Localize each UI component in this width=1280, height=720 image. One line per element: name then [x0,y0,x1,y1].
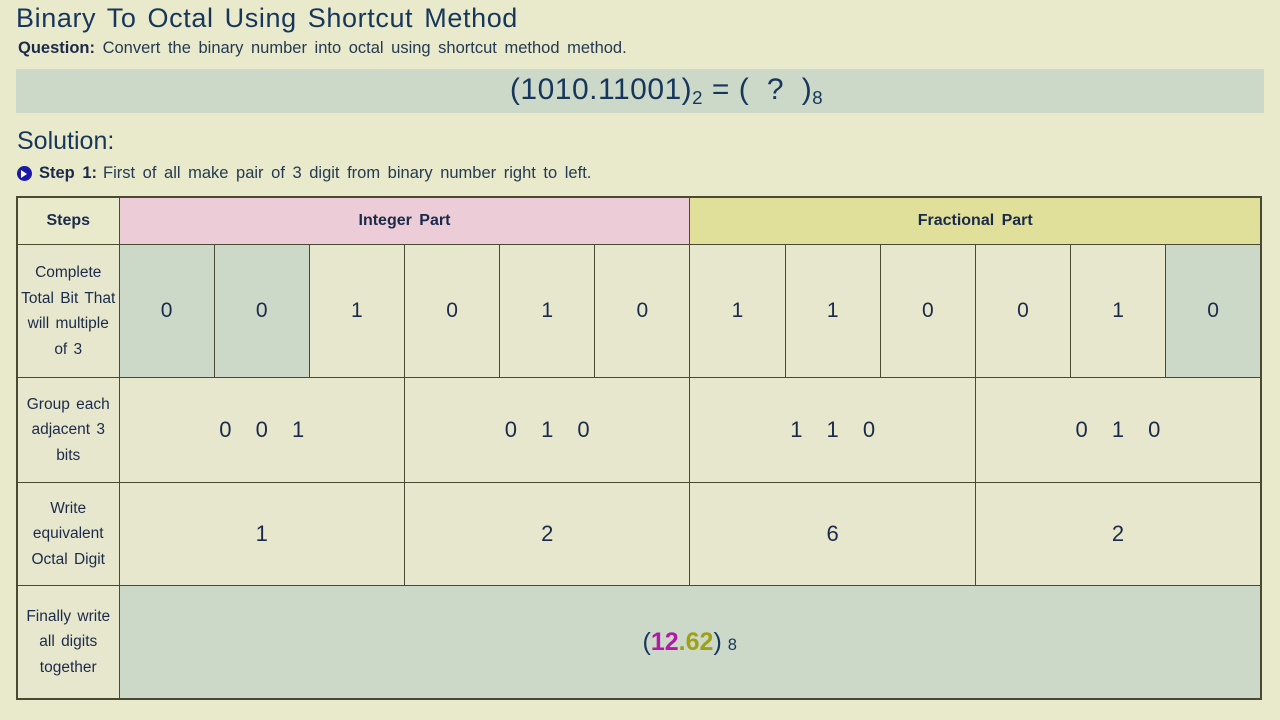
row-label-octal-digit: Write equivalent Octal Digit [16,482,120,586]
arrow-bullet-icon [17,166,32,181]
step-1-text: First of all make pair of 3 digit from b… [103,164,592,182]
conversion-table-wrapper: Steps Integer Part Fractional Part Compl… [16,196,1262,700]
final-fraction-digits: 62 [685,627,714,656]
table-row-octal-digit: Write equivalent Octal Digit 1 2 6 2 [16,482,1262,586]
conversion-table: Steps Integer Part Fractional Part Compl… [16,196,1262,700]
final-answer-cell: (12.62) 8 [118,585,1262,700]
octal-digit-cell: 2 [403,482,691,586]
table-row-complete-bits: Complete Total Bit That will multiple of… [16,244,1262,378]
octal-digit-cell: 1 [118,482,405,586]
final-open-paren: ( [642,627,651,656]
bit-cell: 1 [784,244,881,378]
equation-equals: = [703,72,739,106]
final-radix-point: . [678,627,686,656]
bit-cell: 0 [403,244,501,378]
bit-cell: 0 [974,244,1072,378]
page-title: Binary To Octal Using Shortcut Method [16,3,518,33]
bit-cell: 0 [213,244,310,378]
equation-banner: (1010.11001)2 = ( ? )8 [16,69,1264,113]
bit-cell: 1 [689,244,786,378]
bit-cell: 0 [118,244,215,378]
step-1-line: Step 1: First of all make pair of 3 digi… [0,156,1280,183]
page-root: Binary To Octal Using Shortcut Method Qu… [0,0,1280,720]
equation-lhs-value: (1010.11001) [509,72,693,106]
bit-cell: 1 [499,244,596,378]
header-steps: Steps [16,196,120,245]
equation-rhs-base: 8 [812,87,824,109]
table-row-group-3-bits: Group each adjacent 3 bits 0 0 1 0 1 0 1… [16,377,1262,483]
group-cell: 1 1 0 [689,377,976,483]
bit-cell: 1 [1070,244,1167,378]
bit-cell: 0 [879,244,976,378]
step-1-label: Step 1: [39,164,98,182]
row-label-final-answer: Finally write all digits together [16,585,120,700]
equation-lhs-base: 2 [692,87,704,109]
table-row-final-answer: Finally write all digits together (12.62… [16,585,1262,700]
group-cell: 0 1 0 [974,377,1262,483]
row-label-complete-bits: Complete Total Bit That will multiple of… [16,244,120,378]
final-integer-digits: 12 [650,627,679,656]
question-label: Question: [18,39,95,57]
equation-expression: (1010.11001)2 = ( ? )8 [457,39,823,143]
bit-cell: 1 [308,244,405,378]
bit-cell: 0 [594,244,691,378]
header-integer-part: Integer Part [118,196,691,245]
final-base-subscript: 8 [727,635,737,654]
row-label-group-bits: Group each adjacent 3 bits [16,377,120,483]
group-cell: 0 0 1 [118,377,405,483]
final-close-paren: ) [713,627,722,656]
bit-cell: 0 [1165,244,1262,378]
octal-digit-cell: 2 [974,482,1262,586]
equation-rhs-value: ( ? ) [738,72,813,106]
octal-digit-cell: 6 [689,482,976,586]
table-header-row: Steps Integer Part Fractional Part [16,196,1262,245]
header-fractional-part: Fractional Part [689,196,1262,245]
group-cell: 0 1 0 [403,377,691,483]
